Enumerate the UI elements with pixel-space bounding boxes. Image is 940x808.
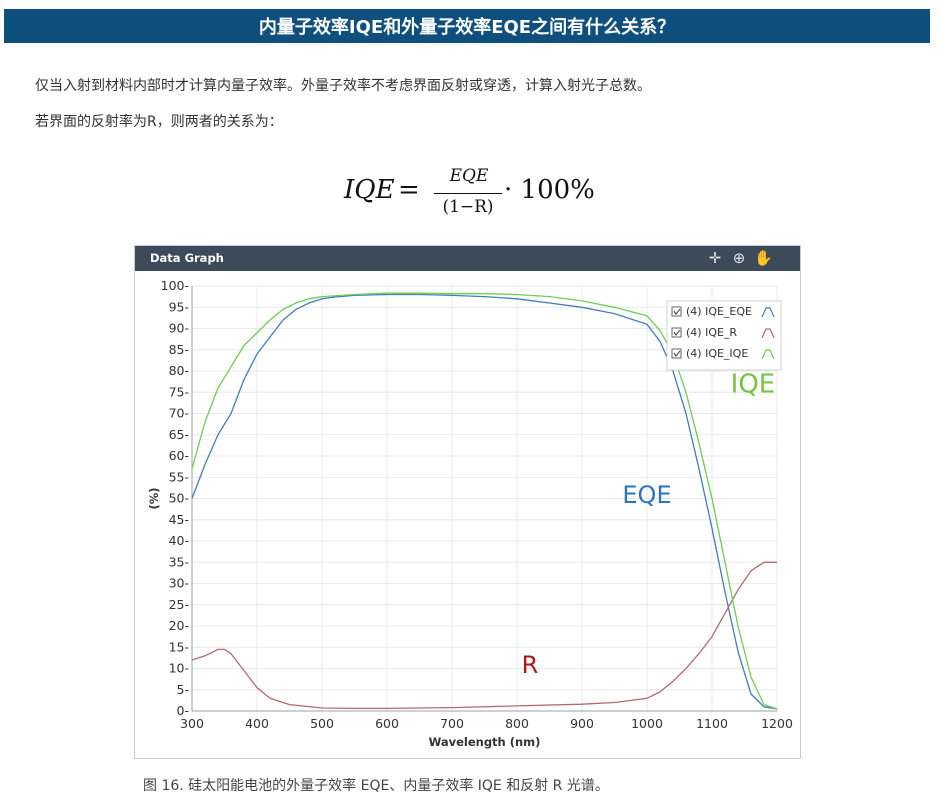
y-tick-label: 70- (169, 406, 189, 421)
y-tick-label: 95- (169, 299, 189, 314)
page-title-bar: 内量子效率IQE和外量子效率EQE之间有什么关系？ (4, 9, 930, 43)
intro-paragraph: 仅当入射到材料内部时才计算内量子效率。外量子效率不考虑界面反射或穿透，计算入射光… (35, 78, 651, 94)
y-tick-label: 80- (169, 363, 189, 378)
y-tick-label: 15- (169, 639, 189, 654)
y-tick-label: 75- (169, 384, 189, 399)
legend-label: (4) IQE_IQE (686, 347, 748, 360)
x-tick-label: 700 (440, 716, 464, 731)
x-tick-label: 1200 (761, 716, 793, 731)
series-annotation-r: R (522, 651, 539, 679)
data-graph-panel: Data Graph ✛ ⊕ ✋ 300 400 500 600 700 800 900 10… (134, 245, 801, 759)
legend-label: (4) IQE_EQE (686, 305, 752, 318)
y-tick-label: 30- (169, 576, 189, 591)
x-tick-label: 400 (245, 716, 269, 731)
x-tick-label: 900 (570, 716, 594, 731)
fraction-bar (434, 193, 502, 194)
formula-numerator: EQE (449, 166, 489, 186)
y-tick-label: 100- (161, 278, 189, 293)
x-axis-title: Wavelength (nm) (429, 735, 541, 749)
y-tick-label: 40- (169, 533, 189, 548)
series-line-1 (191, 561, 777, 710)
y-tick-label: 25- (169, 597, 189, 612)
y-tick-label: 20- (169, 618, 189, 633)
x-tick-label: 500 (310, 716, 334, 731)
y-tick-label: 10- (169, 661, 189, 676)
legend-label: (4) IQE_R (686, 326, 737, 339)
page-title: 内量子效率IQE和外量子效率EQE之间有什么关系？ (258, 17, 676, 38)
series-annotation-iqe: IQE (731, 369, 776, 399)
x-tick-label: 1000 (631, 716, 663, 731)
y-tick-label: 90- (169, 321, 189, 336)
y-tick-label: 85- (169, 342, 189, 357)
y-axis-title: (%) (147, 487, 161, 509)
y-tick-label: 60- (169, 448, 189, 463)
formula-denominator: (1−R) (442, 197, 494, 217)
legend-checkbox (671, 306, 682, 317)
x-tick-label: 600 (375, 716, 399, 731)
y-tick-label: 0- (177, 703, 189, 718)
figure-caption: 图 16. 硅太阳能电池的外量子效率 EQE、内量子效率 IQE 和反射 R 光… (143, 778, 609, 794)
legend-checkbox (671, 327, 682, 338)
y-tick-label: 50- (169, 491, 189, 506)
formula-rhs: · 100% (504, 175, 595, 205)
iqe-formula: IQE = EQE (1−R) · 100% (344, 163, 624, 225)
x-tick-label: 800 (505, 716, 529, 731)
formula-lhs: IQE (344, 175, 395, 205)
formula-equals: = (398, 175, 420, 205)
y-tick-label: 65- (169, 427, 189, 442)
y-tick-label: 45- (169, 512, 189, 527)
relation-paragraph: 若界面的反射率为R，则两者的关系为： (35, 114, 283, 130)
y-tick-label: 5- (177, 682, 189, 697)
x-tick-label: 300 (180, 716, 204, 731)
y-tick-label: 55- (169, 469, 189, 484)
legend-checkbox (671, 348, 682, 359)
line-chart: 300 400 500 600 700 800 900 1000 1100 1200 0- 5- 10-… (147, 278, 793, 749)
series-annotation-eqe: EQE (622, 481, 671, 509)
y-tick-label: 35- (169, 554, 189, 569)
x-tick-label: 1100 (696, 716, 728, 731)
